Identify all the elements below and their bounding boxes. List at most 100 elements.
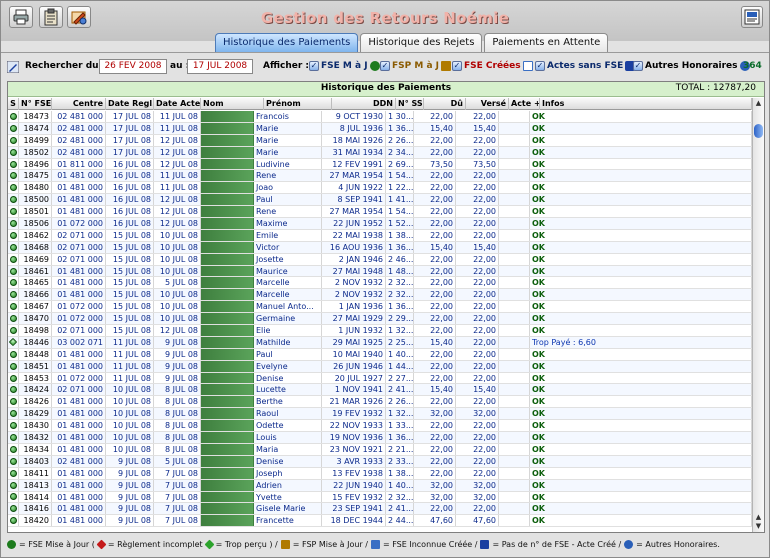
cell-nom [201,289,254,301]
table-row[interactable]: 18502 02 481 000 17 JUL 08 12 JUL 08 Marie 31… [8,146,752,159]
table-row[interactable]: 18413 01 481 000 9 JUL 08 7 JUL 08 Adrien 22 … [8,479,752,492]
cell-centre: 01 811 000 [52,158,106,170]
table-row[interactable]: 18498 02 071 000 15 JUL 08 12 JUL 08 Elie 1 J… [8,325,752,337]
cell-fse: 18461 [19,265,52,277]
cell-fse: 18451 [19,360,52,372]
col-fse[interactable]: N° FSE [19,98,52,110]
table-row[interactable]: 18466 01 481 000 15 JUL 08 10 JUL 08 Marcell… [8,289,752,302]
table-row[interactable]: 18432 01 481 000 10 JUL 08 8 JUL 08 Louis 19 … [8,432,752,444]
cell-ss: 1 40... [388,479,414,491]
cell-centre: 01 481 000 [52,443,106,455]
filter-autres-honoraires[interactable]: ✓ Autres Honoraires [633,61,750,71]
cell-ss: 2 27... [388,372,414,384]
table-row[interactable]: 18451 01 481 000 11 JUL 08 9 JUL 08 Evelyne 2… [8,360,752,373]
col-du[interactable]: Dû [424,98,466,110]
vertical-scrollbar[interactable]: ▲ ▲ ▼ [752,98,764,532]
table-row[interactable]: 18426 01 481 000 10 JUL 08 8 JUL 08 Berthe 21… [8,396,752,409]
cell-date-acte: 7 JUL 08 [154,467,201,479]
col-centre[interactable]: Centre [52,98,106,110]
table-row[interactable]: 18414 01 481 000 9 JUL 08 7 JUL 08 Yvette 15 … [8,491,752,504]
cell-date-acte: 12 JUL 08 [154,325,201,336]
table-row[interactable]: 18434 01 481 000 10 JUL 08 8 JUL 08 Maria 23 … [8,443,752,456]
col-infos[interactable]: Infos [540,98,752,110]
col-date-acte[interactable]: Date Acte [154,98,201,110]
table-row[interactable]: 18467 01 072 000 15 JUL 08 10 JUL 08 Manuel … [8,301,752,314]
green-diamond-icon [204,539,215,550]
help-button[interactable] [741,6,763,28]
table-row[interactable]: 18462 02 071 000 15 JUL 08 10 JUL 08 Emile 22… [8,229,752,242]
table-row[interactable]: 18480 01 481 000 16 JUL 08 11 JUL 08 Joao 4 J… [8,182,752,195]
cell-acte-plus [499,408,530,420]
cell-du: 22,00 [414,396,456,408]
cell-fse: 18432 [19,432,52,443]
cell-fse: 18470 [19,313,52,325]
tab-paiements-attente[interactable]: Paiements en Attente [484,33,609,52]
table-row[interactable]: 18424 02 071 000 10 JUL 08 8 JUL 08 Lucette 1… [8,384,752,397]
filter-fse-maj[interactable]: ✓ FSE M à J [309,61,380,71]
scroll-down-icon[interactable]: ▼ [754,522,763,531]
cell-acte-plus [499,170,530,182]
scroll-thumb[interactable] [754,124,763,138]
cell-fse: 18430 [19,420,52,432]
table-row[interactable]: 18448 01 481 000 11 JUL 08 9 JUL 08 Paul 10 M… [8,348,752,361]
edit-search-button[interactable] [7,61,19,73]
cell-fse: 18466 [19,289,52,301]
cell-acte-plus [499,432,530,443]
cell-infos: OK [530,360,752,372]
table-row[interactable]: 18474 02 481 000 17 JUL 08 11 JUL 08 Marie 8 … [8,122,752,135]
cell-date-acte: 10 JUL 08 [154,253,201,265]
filter-actes-sans-fse[interactable]: ✓ Actes sans FSE [535,61,636,71]
table-row[interactable]: 18416 01 481 000 9 JUL 08 7 JUL 08 Gisele Ma… [8,503,752,516]
table-row[interactable]: 18496 01 811 000 16 JUL 08 12 JUL 08 Ludivin… [8,158,752,171]
table-row[interactable]: 18475 01 481 000 16 JUL 08 11 JUL 08 Rene 27 … [8,170,752,183]
filter-fse-creees[interactable]: ✓ FSE Créées [452,61,533,71]
legend-text: = FSP Mise à Jour / [292,540,368,549]
cell-fse: 18420 [19,515,52,527]
table-row[interactable]: 18499 02 481 000 17 JUL 08 12 JUL 08 Marie 18… [8,134,752,147]
table-row[interactable]: 18506 01 072 000 16 JUL 08 12 JUL 08 Maxime 2… [8,218,752,230]
table-row[interactable]: 18473 02 481 000 17 JUL 08 11 JUL 08 Francoi… [8,111,752,123]
status-cell [8,170,19,182]
cell-date-regl: 9 JUL 08 [106,503,154,515]
table-row[interactable]: 18465 01 481 000 15 JUL 08 5 JUL 08 Marcelle… [8,277,752,290]
table-row[interactable]: 18470 01 072 000 15 JUL 08 10 JUL 08 Germain… [8,313,752,326]
col-ss[interactable]: N° SS [396,98,424,110]
tab-historique-paiements[interactable]: Historique des Paiements [215,33,359,52]
table-row[interactable]: 18500 01 481 000 16 JUL 08 12 JUL 08 Paul 8 S… [8,194,752,207]
table-row[interactable]: 18430 01 481 000 10 JUL 08 8 JUL 08 Odette 22… [8,420,752,433]
scroll-up-icon[interactable]: ▲ [754,513,763,522]
col-status[interactable]: S [8,98,19,110]
cell-verse: 22,00 [456,229,499,241]
col-acte-plus[interactable]: Acte + [509,98,540,110]
col-date-regl[interactable]: Date Regl. [106,98,154,110]
table-row[interactable]: 18461 01 481 000 15 JUL 08 10 JUL 08 Maurice… [8,265,752,278]
table-row[interactable]: 18446 03 002 071 11 JUL 08 9 JUL 08 Mathilde… [8,336,752,349]
status-cell [8,432,19,443]
legend-item: = Règlement incomplet [96,539,203,550]
cell-date-acte: 7 JUL 08 [154,491,201,503]
table-row[interactable]: 18468 02 071 000 15 JUL 08 10 JUL 08 Victor 1… [8,241,752,254]
cell-fse: 18469 [19,253,52,265]
cell-verse: 22,00 [456,206,499,218]
col-prenom[interactable]: Prénom [264,98,332,110]
date-from-input[interactable]: 26 FEV 2008 [99,59,167,74]
status-cell [8,372,19,384]
date-to-input[interactable]: 17 JUL 2008 [187,59,253,74]
col-ddn[interactable]: DDN [332,98,396,110]
scroll-up-icon[interactable]: ▲ [754,99,763,108]
table-row[interactable]: 18420 01 481 000 9 JUL 08 7 JUL 08 Francette… [8,515,752,528]
table-row[interactable]: 18403 02 481 000 9 JUL 08 5 JUL 08 Denise 3 A… [8,455,752,468]
tab-historique-rejets[interactable]: Historique des Rejets [360,33,483,52]
col-verse[interactable]: Versé [466,98,509,110]
table-row[interactable]: 18501 01 481 000 16 JUL 08 12 JUL 08 Rene 27 … [8,206,752,219]
filter-fsp-maj[interactable]: ✓ FSP M à J [380,61,452,71]
table-row[interactable]: 18453 01 072 000 11 JUL 08 9 JUL 08 Denise 20… [8,372,752,385]
cell-prenom: Marcelle [254,277,322,289]
status-cell [8,348,19,360]
col-nom[interactable]: Nom [201,98,264,110]
table-row[interactable]: 18469 02 071 000 15 JUL 08 10 JUL 08 Josette… [8,253,752,266]
table-row[interactable]: 18411 01 481 000 9 JUL 08 7 JUL 08 Joseph 13 … [8,467,752,480]
cell-ss: 1 32... [388,408,414,420]
table-row[interactable]: 18429 01 481 000 10 JUL 08 8 JUL 08 Raoul 19 … [8,408,752,421]
cell-du: 22,00 [414,420,456,432]
